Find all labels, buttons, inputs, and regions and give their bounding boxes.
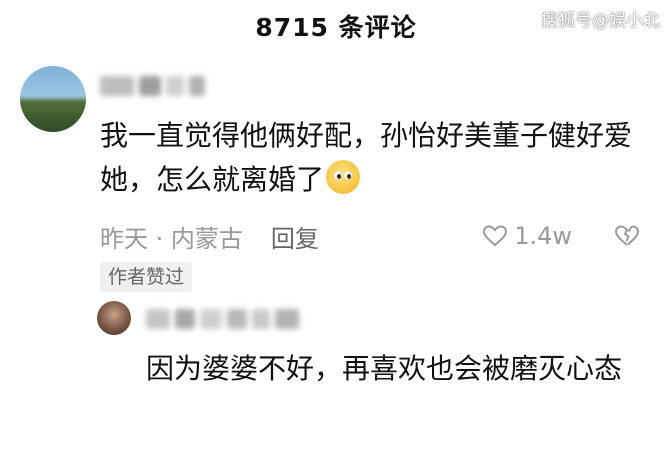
watermark: 搜狐号@娱小北 (541, 11, 660, 31)
author-liked-badge: 作者赞过 (100, 262, 193, 292)
replier-name-blurred (146, 309, 299, 329)
reply-body: 因为婆婆不好，再喜欢也会被磨灭心态 (146, 352, 623, 385)
like-count: 1.4w (514, 222, 572, 250)
comment-time-location: 昨天 · 内蒙古 (100, 224, 243, 253)
heart-icon (483, 225, 508, 247)
replier-avatar[interactable] (97, 301, 131, 335)
broken-heart-icon (615, 225, 640, 246)
reply-button[interactable]: 回复 (271, 219, 319, 254)
pleading-face-icon (326, 160, 361, 194)
comment-body: 我一直觉得他俩好配，孙怡好美董子健好爱她，怎么就离婚了 (100, 114, 640, 202)
comment-meta-row: 昨天 · 内蒙古 回复 1.4w (100, 216, 640, 256)
commenter-name-blurred (100, 76, 205, 96)
commenter-avatar[interactable] (20, 66, 86, 132)
comment-text: 我一直觉得他俩好配，孙怡好美董子健好爱她，怎么就离婚了 (100, 119, 633, 196)
like-button[interactable]: 1.4w (482, 222, 572, 250)
dislike-button[interactable] (614, 224, 640, 248)
